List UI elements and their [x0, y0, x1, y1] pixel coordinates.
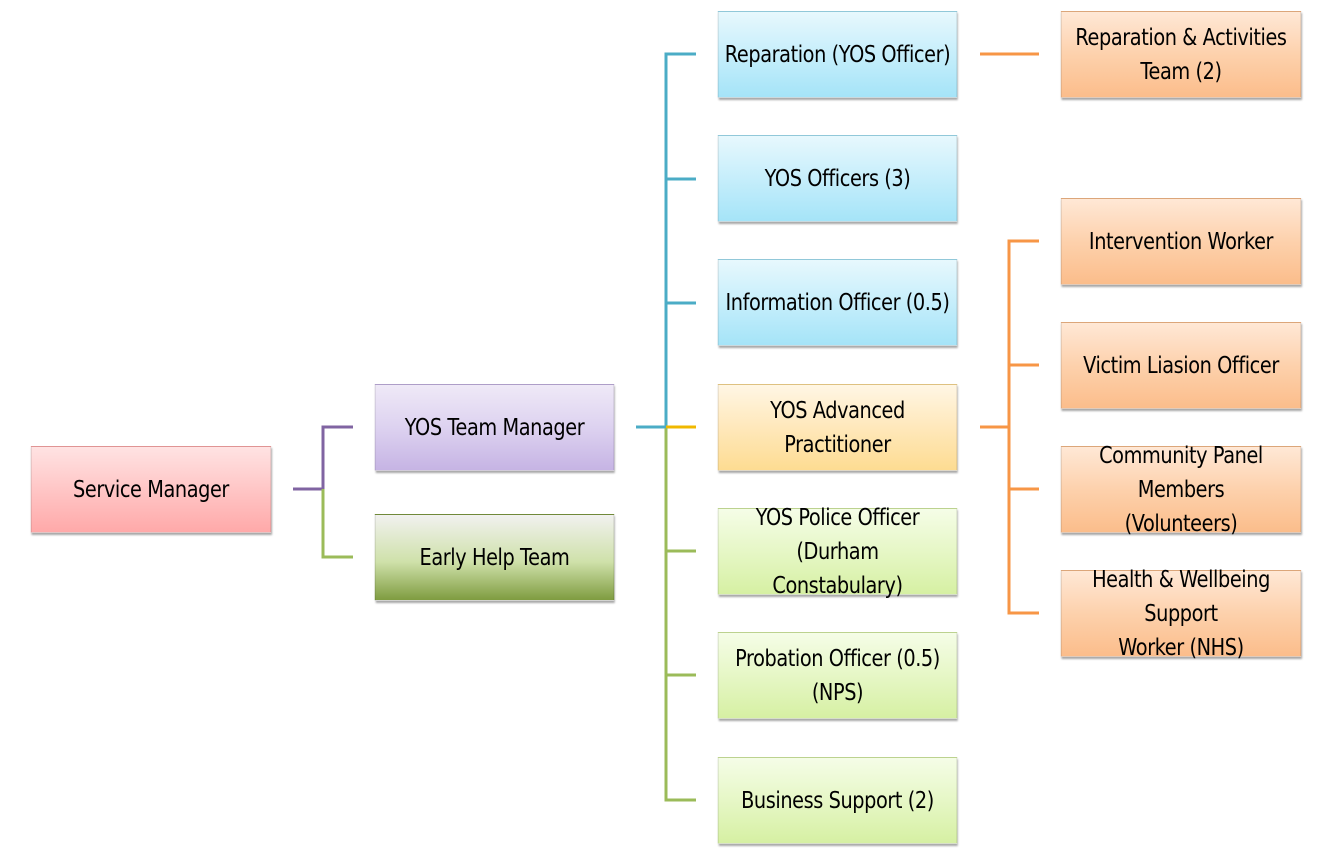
node-label: YOS Team Manager [404, 414, 585, 441]
connector-green-trunk [664, 428, 696, 802]
node-label: Information Officer (0.5) [725, 289, 950, 316]
node-yos-officers: YOS Officers (3) [717, 135, 958, 222]
node-label: Health & Wellbeing Support Worker (NHS) [1092, 566, 1270, 661]
node-yos-advanced-practitioner: YOS Advanced Practitioner [717, 384, 958, 471]
node-label: Early Help Team [419, 544, 570, 571]
node-probation-officer: Probation Officer (0.5) (NPS) [717, 632, 958, 719]
node-label: Reparation (YOS Officer) [724, 41, 951, 68]
connector-blue-trunk [664, 52, 696, 427]
node-yos-team-manager: YOS Team Manager [374, 384, 615, 471]
connector-service-to-yos-team-manager [293, 425, 353, 491]
node-label: YOS Police Officer (Durham Constabulary) [755, 504, 920, 599]
node-victim-liaison-officer: Victim Liasion Officer [1060, 322, 1302, 409]
node-label: Reparation & Activities Team (2) [1075, 24, 1287, 85]
node-business-support: Business Support (2) [717, 757, 958, 844]
node-service-manager: Service Manager [30, 446, 272, 533]
node-reparation-activities-team: Reparation & Activities Team (2) [1060, 11, 1302, 98]
node-label: Victim Liasion Officer [1083, 352, 1279, 379]
connector-orange-trunk [1007, 239, 1039, 615]
node-label: YOS Officers (3) [764, 165, 911, 192]
node-intervention-worker: Intervention Worker [1060, 198, 1302, 285]
node-information-officer: Information Officer (0.5) [717, 259, 958, 346]
connector-lines [293, 52, 1039, 802]
node-label: Service Manager [73, 476, 229, 503]
node-yos-police-officer: YOS Police Officer (Durham Constabulary) [717, 505, 958, 599]
node-label: Intervention Worker [1088, 228, 1274, 255]
node-community-panel-members: Community Panel Members (Volunteers) [1060, 443, 1302, 537]
node-early-help-team: Early Help Team [374, 514, 615, 601]
node-label: YOS Advanced Practitioner [770, 397, 905, 458]
node-health-wellbeing-worker: Health & Wellbeing Support Worker (NHS) [1060, 567, 1302, 661]
node-label: Business Support (2) [741, 787, 934, 814]
connector-service-to-early-help [321, 489, 353, 559]
node-reparation-yos-officer: Reparation (YOS Officer) [717, 11, 958, 98]
node-label: Probation Officer (0.5) (NPS) [735, 645, 940, 706]
node-label: Community Panel Members (Volunteers) [1099, 442, 1263, 537]
